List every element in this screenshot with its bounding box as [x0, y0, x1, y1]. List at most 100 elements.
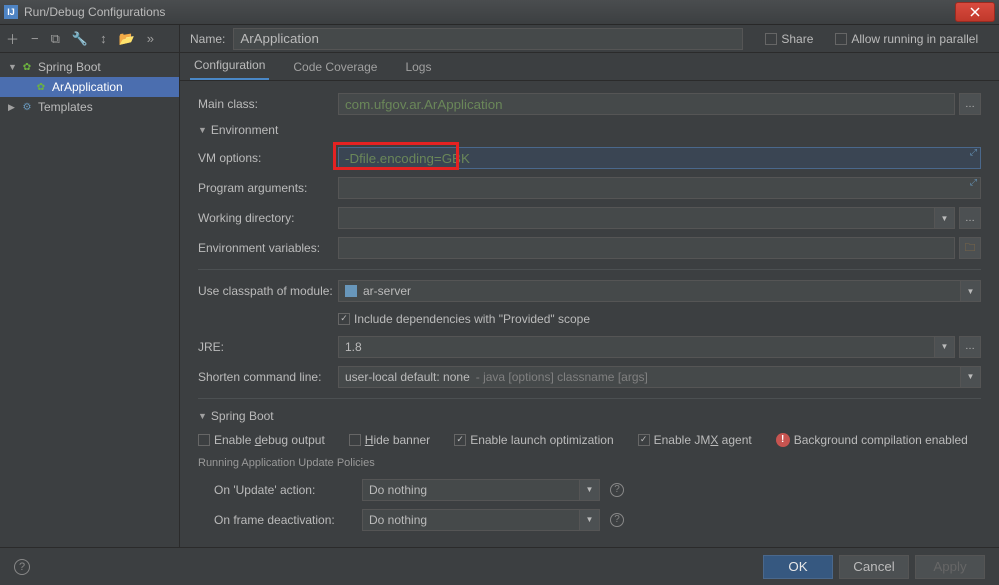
jre-select[interactable]: 1.8 [338, 336, 935, 358]
jre-row: JRE: 1.8 ▼ … [198, 336, 981, 358]
classpath-label: Use classpath of module: [198, 284, 338, 298]
tab-logs[interactable]: Logs [401, 54, 435, 80]
shorten-row: Shorten command line: user-local default… [198, 366, 981, 388]
jre-label: JRE: [198, 340, 338, 354]
share-checkbox[interactable]: Share [765, 32, 813, 46]
jmx-agent-checkbox[interactable]: Enable JMX agent [638, 433, 752, 447]
classpath-value: ar-server [363, 284, 411, 298]
tab-configuration[interactable]: Configuration [190, 52, 269, 80]
hide-banner-checkbox[interactable]: Hide banner [349, 433, 430, 447]
chevron-right-icon: ▶ [8, 102, 20, 113]
help-icon[interactable]: ? [610, 513, 624, 527]
dropdown-arrow-icon[interactable]: ▼ [580, 509, 600, 531]
enable-debug-checkbox[interactable]: Enable debug output [198, 433, 325, 447]
shorten-label: Shorten command line: [198, 370, 338, 384]
main-class-label: Main class: [198, 97, 338, 111]
tree-item-label: ArApplication [52, 80, 123, 94]
dropdown-arrow-icon[interactable]: ▼ [935, 336, 955, 358]
include-deps-checkbox[interactable]: Include dependencies with "Provided" sco… [338, 312, 590, 326]
app-icon: IJ [4, 5, 18, 19]
up-down-button[interactable]: ↕ [100, 31, 107, 46]
on-frame-row: On frame deactivation: Do nothing ▼ ? [198, 509, 981, 531]
on-frame-label: On frame deactivation: [214, 513, 362, 527]
bg-compile-label: Background compilation enabled [794, 433, 968, 447]
on-update-select[interactable]: Do nothing [362, 479, 580, 501]
warning-icon: ! [776, 433, 790, 447]
env-vars-row: Environment variables: 🗀 [198, 237, 981, 259]
tree-group-spring-boot[interactable]: ▼ ✿ Spring Boot [0, 57, 179, 77]
main-class-input[interactable] [338, 93, 955, 115]
dropdown-arrow-icon[interactable]: ▼ [961, 366, 981, 388]
dropdown-arrow-icon[interactable]: ▼ [580, 479, 600, 501]
working-dir-input[interactable] [338, 207, 935, 229]
main-class-browse-button[interactable]: … [959, 93, 981, 115]
vm-options-row: VM options: ⤢ [198, 147, 981, 169]
environment-collapser[interactable]: ▼ Environment [198, 123, 981, 137]
on-update-value: Do nothing [369, 483, 427, 497]
parallel-checkbox[interactable]: Allow running in parallel [835, 32, 978, 46]
dialog-body: ＋ − ⧉ 🔧 ↕ 📂 » ▼ ✿ Spring Boot ✿ ArApplic… [0, 25, 999, 547]
on-frame-value: Do nothing [369, 513, 427, 527]
ok-button[interactable]: OK [763, 555, 833, 579]
working-dir-browse-button[interactable]: … [959, 207, 981, 229]
program-args-row: Program arguments: ⤢ [198, 177, 981, 199]
checkbox-icon [765, 33, 777, 45]
config-tree: ▼ ✿ Spring Boot ✿ ArApplication ▶ ⚙ Temp… [0, 53, 179, 547]
parallel-label: Allow running in parallel [851, 32, 978, 46]
chevron-down-icon: ▼ [198, 125, 207, 135]
expand-button[interactable]: » [147, 31, 154, 46]
apply-button[interactable]: Apply [915, 555, 985, 579]
name-input[interactable] [233, 28, 743, 50]
dropdown-arrow-icon[interactable]: ▼ [961, 280, 981, 302]
spring-icon: ✿ [20, 60, 34, 74]
classpath-select[interactable]: ar-server [338, 280, 961, 302]
expand-icon[interactable]: ⤢ [970, 177, 977, 188]
spring-boot-label: Spring Boot [211, 409, 274, 423]
tree-group-label: Spring Boot [38, 60, 101, 74]
tree-item-arapplication[interactable]: ✿ ArApplication [0, 77, 179, 97]
spring-icon: ✿ [34, 80, 48, 94]
vm-options-label: VM options: [198, 151, 338, 165]
spring-boot-collapser[interactable]: ▼ Spring Boot [198, 409, 981, 423]
env-vars-folder-button[interactable]: 🗀 [959, 237, 981, 259]
help-button[interactable]: ? [14, 559, 30, 575]
cancel-button[interactable]: Cancel [839, 555, 909, 579]
window-close-button[interactable] [955, 2, 995, 22]
launch-opt-checkbox[interactable]: Enable launch optimization [454, 433, 613, 447]
program-args-input[interactable] [338, 177, 981, 199]
env-vars-input[interactable] [338, 237, 955, 259]
tabs: Configuration Code Coverage Logs [180, 53, 999, 81]
hide-banner-label: Hide banner [365, 433, 430, 447]
tree-group-templates[interactable]: ▶ ⚙ Templates [0, 97, 179, 117]
shorten-hint: - java [options] classname [args] [476, 370, 648, 384]
environment-label: Environment [211, 123, 278, 137]
window-title: Run/Debug Configurations [24, 5, 955, 19]
dropdown-arrow-icon[interactable]: ▼ [935, 207, 955, 229]
vm-options-input[interactable] [338, 147, 981, 169]
jre-browse-button[interactable]: … [959, 336, 981, 358]
remove-button[interactable]: − [31, 31, 39, 46]
launch-opt-label: Enable launch optimization [470, 433, 613, 447]
checkbox-icon [338, 313, 350, 325]
update-policies-title: Running Application Update Policies [198, 457, 981, 469]
add-button[interactable]: ＋ [6, 29, 19, 48]
right-panel: Name: Share Allow running in parallel Co… [180, 25, 999, 547]
checkbox-icon [638, 434, 650, 446]
on-frame-select[interactable]: Do nothing [362, 509, 580, 531]
copy-button[interactable]: ⧉ [51, 31, 60, 47]
divider [198, 398, 981, 399]
expand-icon[interactable]: ⤢ [970, 147, 977, 158]
jre-value: 1.8 [345, 340, 362, 354]
folder-button[interactable]: 📂 [119, 31, 135, 47]
tab-code-coverage[interactable]: Code Coverage [289, 54, 381, 80]
spring-boot-checks: Enable debug output Hide banner Enable l… [198, 433, 981, 447]
settings-button[interactable]: 🔧 [72, 31, 88, 47]
sidebar-toolbar: ＋ − ⧉ 🔧 ↕ 📂 » [0, 25, 179, 53]
shorten-select[interactable]: user-local default: none - java [options… [338, 366, 961, 388]
template-icon: ⚙ [20, 100, 34, 114]
checkbox-icon [835, 33, 847, 45]
working-dir-label: Working directory: [198, 211, 338, 225]
include-deps-label: Include dependencies with "Provided" sco… [354, 312, 590, 326]
help-icon[interactable]: ? [610, 483, 624, 497]
chevron-down-icon: ▼ [8, 62, 20, 72]
